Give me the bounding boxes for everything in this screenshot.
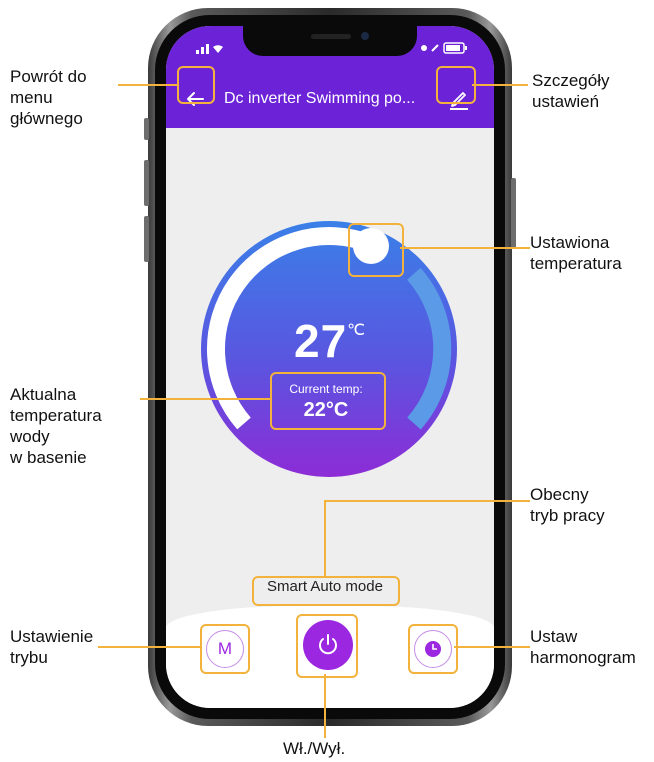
highlight-knob bbox=[348, 223, 404, 277]
label-mode-now-line1: Obecny bbox=[530, 485, 589, 504]
front-camera bbox=[361, 32, 369, 40]
mute-switch bbox=[144, 118, 149, 140]
callout-line-mode-h bbox=[324, 500, 530, 502]
label-set-temp-line1: Ustawiona bbox=[530, 233, 610, 252]
label-schedule-line1: Ustaw bbox=[530, 627, 578, 646]
callout-line-mode-button bbox=[98, 646, 200, 648]
label-back-line2: menu bbox=[10, 88, 53, 107]
label-current-temp-line3: wody bbox=[10, 427, 50, 446]
set-temp-unit: ℃ bbox=[347, 322, 366, 339]
label-mode-now: Obecny tryb pracy bbox=[530, 484, 605, 526]
speaker-grille bbox=[311, 34, 351, 39]
label-mode-set: Ustawienie trybu bbox=[10, 626, 93, 668]
label-settings-line1: Szczegóły bbox=[532, 71, 610, 90]
label-set-temp-line2: temperatura bbox=[530, 254, 622, 273]
label-mode-set-line2: trybu bbox=[10, 648, 48, 667]
callout-line-back bbox=[118, 84, 179, 86]
label-mode-now-line2: tryb pracy bbox=[530, 506, 605, 525]
callout-line-set-temp bbox=[400, 247, 530, 249]
label-schedule-line2: harmonogram bbox=[530, 648, 636, 667]
label-power: Wł./Wył. bbox=[283, 739, 346, 758]
set-temperature-display: 27℃ bbox=[294, 314, 384, 374]
highlight-schedule bbox=[408, 624, 458, 674]
signal-wifi-icon bbox=[196, 44, 223, 54]
label-back: Powrót do menu głównego bbox=[10, 66, 87, 129]
highlight-current-temp bbox=[270, 372, 386, 430]
page-title: Dc inverter Swimming po... bbox=[224, 90, 416, 107]
callout-line-mode-v bbox=[324, 500, 326, 576]
side-button bbox=[511, 178, 516, 248]
label-schedule: Ustaw harmonogram bbox=[530, 626, 636, 668]
label-mode-set-line1: Ustawienie bbox=[10, 627, 94, 646]
volume-up-button bbox=[144, 160, 149, 206]
label-current-temp-line1: Aktualna bbox=[10, 385, 77, 404]
label-settings-line2: ustawień bbox=[532, 92, 600, 111]
callout-line-schedule bbox=[454, 646, 530, 648]
volume-down-button bbox=[144, 216, 149, 262]
label-back-line3: głównego bbox=[10, 109, 83, 128]
label-current-temp: Aktualna temperatura wody w basenie bbox=[10, 384, 102, 468]
label-set-temp: Ustawiona temperatura bbox=[530, 232, 622, 274]
highlight-mode bbox=[252, 576, 400, 606]
label-back-line1: Powrót do bbox=[10, 67, 87, 86]
highlight-back bbox=[177, 66, 215, 104]
phone-notch bbox=[243, 26, 417, 56]
callout-line-power bbox=[324, 674, 326, 738]
label-current-temp-line2: temperatura bbox=[10, 406, 102, 425]
callout-line-current-temp bbox=[140, 398, 270, 400]
highlight-mode-button bbox=[200, 624, 250, 674]
highlight-power bbox=[296, 614, 358, 678]
label-settings: Szczegóły ustawień bbox=[532, 70, 609, 112]
callout-line-settings bbox=[472, 84, 528, 86]
label-current-temp-line4: w basenie bbox=[10, 448, 87, 467]
highlight-settings bbox=[436, 66, 476, 104]
set-temp-value: 27 bbox=[294, 315, 348, 367]
battery-icon bbox=[421, 42, 467, 54]
